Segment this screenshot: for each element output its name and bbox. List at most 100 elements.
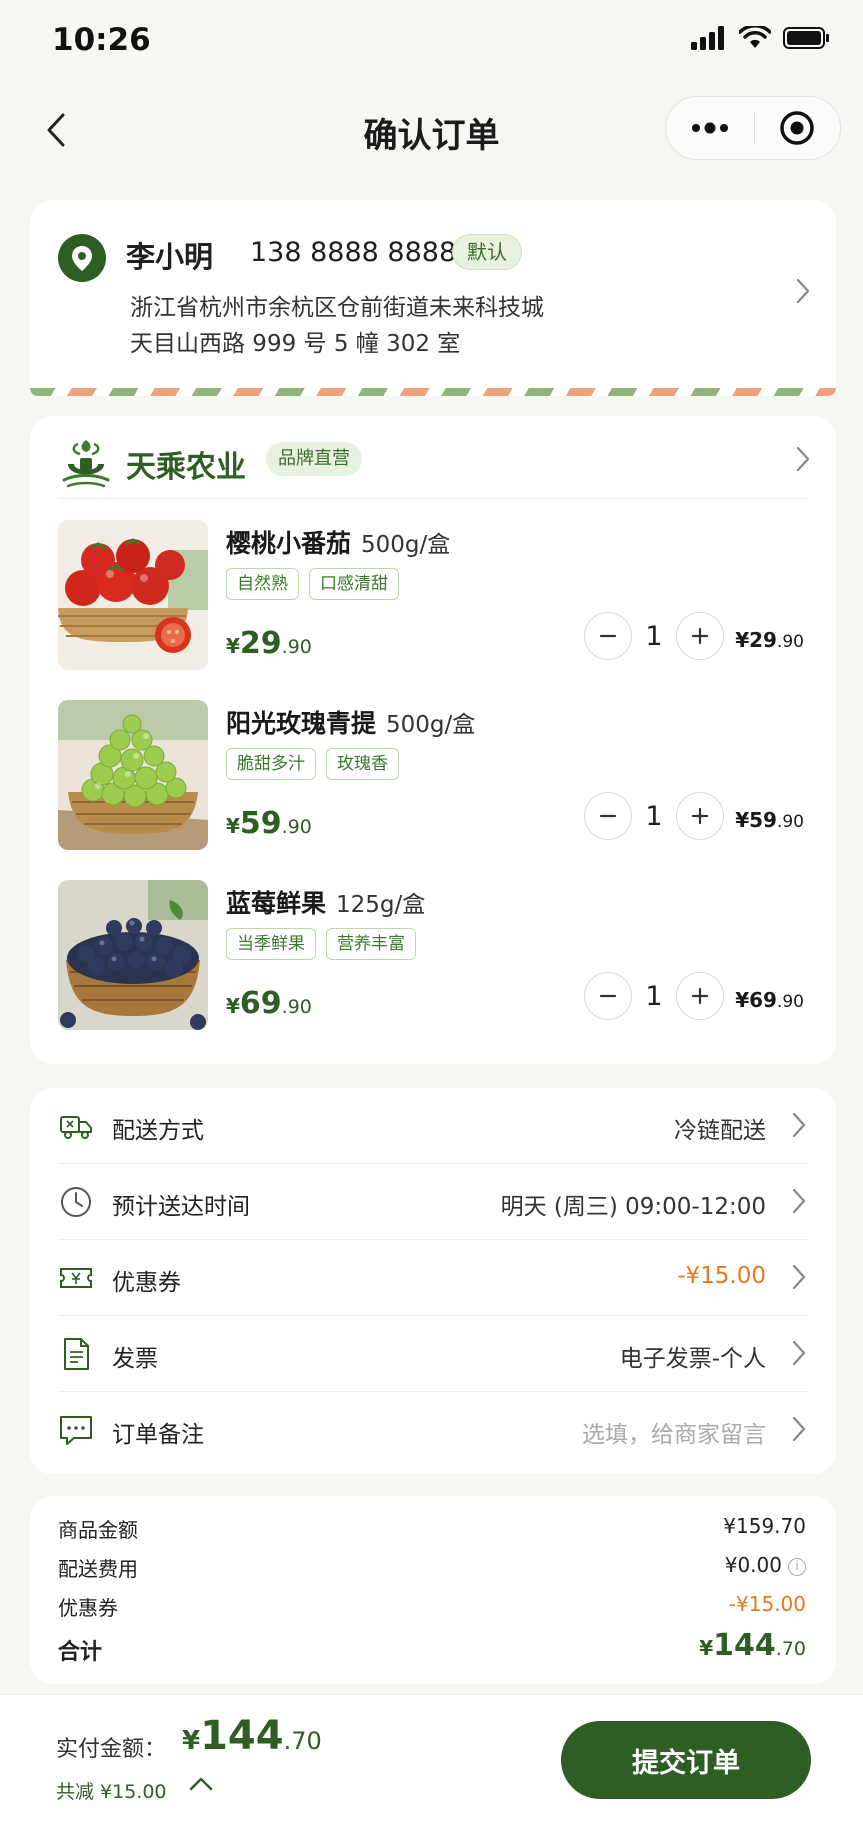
discount-total: 共减 ¥15.00: [56, 1781, 167, 1803]
product-tag: 自然熟: [226, 568, 299, 600]
price-summary-card: 商品金额 ¥159.70 配送费用 ¥0.00 i 优惠券 -¥15.00 合计 …: [30, 1496, 836, 1684]
chevron-up-icon[interactable]: [188, 1775, 214, 1793]
option-invoice[interactable]: 发票 电子发票-个人: [58, 1316, 808, 1392]
product-price: ¥29.90: [226, 626, 312, 661]
summary-total-label: 合计: [58, 1640, 103, 1665]
plus-icon: [691, 807, 709, 825]
quantity-value: 1: [645, 980, 663, 1012]
message-icon: [60, 1416, 92, 1445]
summary-label: 优惠券: [58, 1596, 118, 1620]
summary-label: 配送费用: [58, 1557, 138, 1581]
product-subtotal: ¥69.90: [735, 988, 804, 1012]
target-icon: [780, 111, 814, 145]
product-price: ¥69.90: [226, 986, 312, 1021]
chevron-right-icon: [796, 278, 810, 304]
chevron-right-icon: [792, 1340, 806, 1366]
product-price: ¥59.90: [226, 806, 312, 841]
info-icon[interactable]: i: [788, 1558, 806, 1576]
summary-value: ¥159.70: [723, 1514, 806, 1538]
summary-label: 商品金额: [58, 1518, 138, 1542]
option-delivery-method[interactable]: 配送方式 冷链配送: [58, 1088, 808, 1164]
product-image-tomato[interactable]: [58, 520, 208, 670]
pay-amount-label: 实付金额：: [56, 1737, 167, 1762]
product-tag: 当季鲜果: [226, 928, 316, 960]
product-image-grape[interactable]: [58, 700, 208, 850]
product-tags: 自然熟 口感清甜: [226, 568, 399, 600]
close-miniprogram-button[interactable]: [755, 97, 841, 159]
product-name: 阳光玫瑰青提 500g/盒: [226, 709, 476, 738]
pay-amount-value: ¥144.70: [182, 1713, 322, 1759]
quantity-stepper: 1: [584, 972, 724, 1020]
option-coupon[interactable]: 优惠券 -¥15.00: [58, 1240, 808, 1316]
order-note-input[interactable]: 选填，给商家留言: [582, 1415, 766, 1449]
product-subtotal: ¥29.90: [735, 628, 804, 652]
chevron-right-icon: [792, 1112, 806, 1138]
minus-icon: [599, 994, 617, 998]
option-label: 订单备注: [112, 1422, 204, 1448]
checkout-bar: 实付金额： ¥144.70 共减 ¥15.00 提交订单: [0, 1694, 863, 1822]
product-tags: 当季鲜果 营养丰富: [226, 928, 416, 960]
chevron-right-icon: [792, 1264, 806, 1290]
divider: [58, 498, 808, 499]
brand-badge: 品牌直营: [266, 442, 362, 476]
product-tag: 营养丰富: [326, 928, 416, 960]
nav-bar: 确认订单: [0, 90, 863, 170]
option-value: -¥15.00: [677, 1263, 766, 1289]
decrease-button[interactable]: [584, 612, 632, 660]
option-value: 冷链配送: [674, 1118, 766, 1144]
product-image-blueberry[interactable]: [58, 880, 208, 1030]
address-line-2: 天目山西路 999 号 5 幢 302 室: [130, 331, 461, 357]
summary-shipping-row: 配送费用 ¥0.00 i: [58, 1549, 806, 1583]
recipient-phone: 138 8888 8888: [250, 237, 457, 268]
summary-value: ¥0.00 i: [725, 1553, 806, 1577]
store-logo-icon: [62, 440, 110, 488]
product-tag: 口感清甜: [309, 568, 399, 600]
invoice-icon: [64, 1338, 89, 1370]
summary-total-row: 合计 ¥144.70: [58, 1628, 806, 1668]
quantity-stepper: 1: [584, 612, 724, 660]
product-tag: 玫瑰香: [326, 748, 399, 780]
increase-button[interactable]: [676, 972, 724, 1020]
product-item: 樱桃小番茄 500g/盒 自然熟 口感清甜 ¥29.90 1 ¥29.90: [58, 520, 808, 670]
quantity-value: 1: [645, 800, 663, 832]
battery-icon: [783, 27, 829, 49]
product-item: 阳光玫瑰青提 500g/盒 脆甜多汁 玫瑰香 ¥59.90 1 ¥59.90: [58, 700, 808, 850]
more-button[interactable]: [666, 97, 754, 159]
summary-total-value: ¥144.70: [699, 1628, 806, 1663]
chevron-right-icon[interactable]: [796, 446, 810, 472]
summary-value: -¥15.00: [728, 1592, 806, 1616]
quantity-stepper: 1: [584, 792, 724, 840]
product-spec: 500g/盒: [361, 532, 451, 558]
status-time: 10:26: [52, 22, 151, 58]
decrease-button[interactable]: [584, 792, 632, 840]
product-item: 蓝莓鲜果 125g/盒 当季鲜果 营养丰富 ¥69.90 1 ¥69.90: [58, 880, 808, 1030]
product-name: 蓝莓鲜果 125g/盒: [226, 889, 426, 918]
plus-icon: [691, 627, 709, 645]
truck-icon: [60, 1116, 92, 1139]
product-spec: 125g/盒: [336, 892, 426, 918]
option-delivery-time[interactable]: 预计送达时间 明天 (周三) 09:00-12:00: [58, 1164, 808, 1240]
increase-button[interactable]: [676, 792, 724, 840]
summary-goods-row: 商品金额 ¥159.70: [58, 1510, 806, 1544]
envelope-stripe: [30, 388, 836, 396]
default-address-badge: 默认: [452, 234, 522, 270]
plus-icon: [691, 987, 709, 1005]
increase-button[interactable]: [676, 612, 724, 660]
option-label: 配送方式: [112, 1118, 204, 1144]
option-order-note[interactable]: 订单备注 选填，给商家留言: [58, 1392, 808, 1468]
wifi-icon: [739, 26, 771, 48]
option-value: 明天 (周三) 09:00-12:00: [500, 1194, 766, 1220]
recipient-name: 李小明: [126, 240, 214, 274]
chevron-right-icon: [792, 1188, 806, 1214]
more-dots-icon: [691, 122, 728, 134]
coupon-icon: [60, 1268, 92, 1288]
store-name[interactable]: 天乘农业: [126, 442, 246, 486]
address-card[interactable]: 李小明 138 8888 8888 默认 浙江省杭州市余杭区仓前街道未来科技城 …: [30, 200, 836, 396]
option-label: 预计送达时间: [112, 1194, 250, 1220]
product-tag: 脆甜多汁: [226, 748, 316, 780]
submit-order-button[interactable]: 提交订单: [561, 1721, 811, 1799]
decrease-button[interactable]: [584, 972, 632, 1020]
store-card: 天乘农业 品牌直营 樱桃小番茄 500g/盒 自然熟 口感清甜 ¥29.90 1…: [30, 416, 836, 1064]
product-name: 樱桃小番茄 500g/盒: [226, 529, 451, 558]
clock-icon: [61, 1187, 91, 1217]
